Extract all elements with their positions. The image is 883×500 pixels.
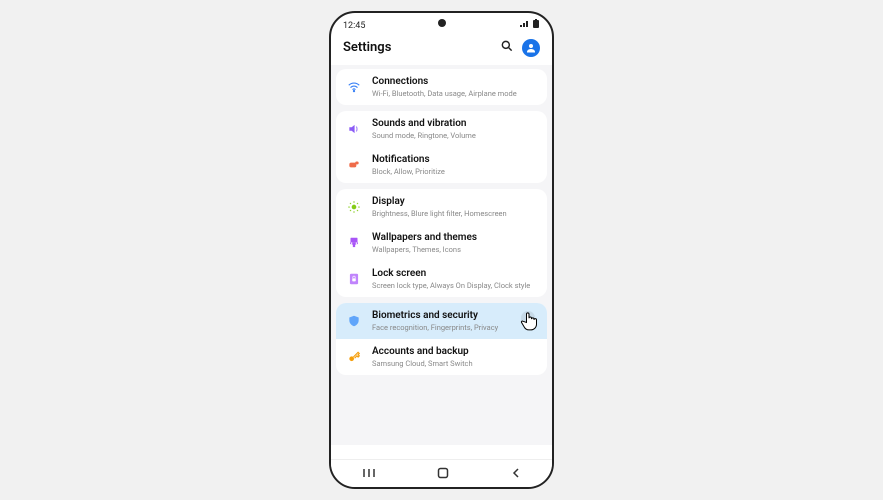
item-title: Display — [372, 196, 537, 208]
item-title: Wallpapers and themes — [372, 232, 537, 244]
home-button[interactable] — [437, 464, 449, 483]
item-subtitle: Samsung Cloud, Smart Switch — [372, 359, 537, 368]
item-title: Biometrics and security — [372, 310, 537, 322]
item-subtitle: Face recognition, Fingerprints, Privacy — [372, 323, 537, 332]
item-subtitle: Sound mode, Ringtone, Volume — [372, 131, 537, 140]
account-avatar[interactable] — [522, 39, 540, 57]
clock: 12:45 — [343, 21, 365, 31]
settings-item-biometrics[interactable]: Biometrics and securityFace recognition,… — [336, 303, 547, 339]
camera-notch — [438, 19, 446, 27]
settings-item-accounts[interactable]: Accounts and backupSamsung Cloud, Smart … — [336, 339, 547, 375]
item-subtitle: Wallpapers, Themes, Icons — [372, 245, 537, 254]
status-icons — [520, 19, 540, 32]
recents-button[interactable] — [362, 464, 376, 483]
settings-item-wallpapers[interactable]: Wallpapers and themesWallpapers, Themes,… — [336, 225, 547, 261]
item-subtitle: Screen lock type, Always On Display, Clo… — [372, 281, 537, 290]
battery-icon — [532, 19, 540, 32]
notif-icon — [346, 158, 362, 172]
item-subtitle: Block, Allow, Prioritize — [372, 167, 537, 176]
item-title: Lock screen — [372, 268, 537, 280]
settings-item-connections[interactable]: ConnectionsWi-Fi, Bluetooth, Data usage,… — [336, 69, 547, 105]
item-title: Notifications — [372, 154, 537, 166]
back-button[interactable] — [511, 464, 521, 483]
settings-item-lockscreen[interactable]: Lock screenScreen lock type, Always On D… — [336, 261, 547, 297]
settings-group: ConnectionsWi-Fi, Bluetooth, Data usage,… — [336, 69, 547, 105]
item-title: Accounts and backup — [372, 346, 537, 358]
phone-frame: 12:45 Settings ConnectionsWi-Fi, Bluetoo… — [329, 11, 554, 489]
shield-icon — [346, 314, 362, 328]
nav-bar — [331, 459, 552, 487]
settings-list[interactable]: ConnectionsWi-Fi, Bluetooth, Data usage,… — [331, 65, 552, 445]
item-title: Connections — [372, 76, 537, 88]
item-subtitle: Wi-Fi, Bluetooth, Data usage, Airplane m… — [372, 89, 537, 98]
touch-ripple — [521, 311, 535, 325]
search-icon[interactable] — [500, 38, 514, 57]
settings-item-sounds[interactable]: Sounds and vibrationSound mode, Ringtone… — [336, 111, 547, 147]
page-title: Settings — [343, 40, 391, 55]
lock-icon — [346, 272, 362, 286]
signal-icon — [520, 20, 530, 31]
key-icon — [346, 350, 362, 364]
item-subtitle: Brightness, Blure light filter, Homescre… — [372, 209, 537, 218]
settings-item-notifications[interactable]: NotificationsBlock, Allow, Prioritize — [336, 147, 547, 183]
settings-item-display[interactable]: DisplayBrightness, Blure light filter, H… — [336, 189, 547, 225]
settings-group: Biometrics and securityFace recognition,… — [336, 303, 547, 375]
settings-group: DisplayBrightness, Blure light filter, H… — [336, 189, 547, 297]
wifi-icon — [346, 80, 362, 94]
settings-group: Sounds and vibrationSound mode, Ringtone… — [336, 111, 547, 183]
display-icon — [346, 200, 362, 214]
item-title: Sounds and vibration — [372, 118, 537, 130]
brush-icon — [346, 236, 362, 250]
sound-icon — [346, 122, 362, 136]
settings-header: Settings — [331, 34, 552, 65]
